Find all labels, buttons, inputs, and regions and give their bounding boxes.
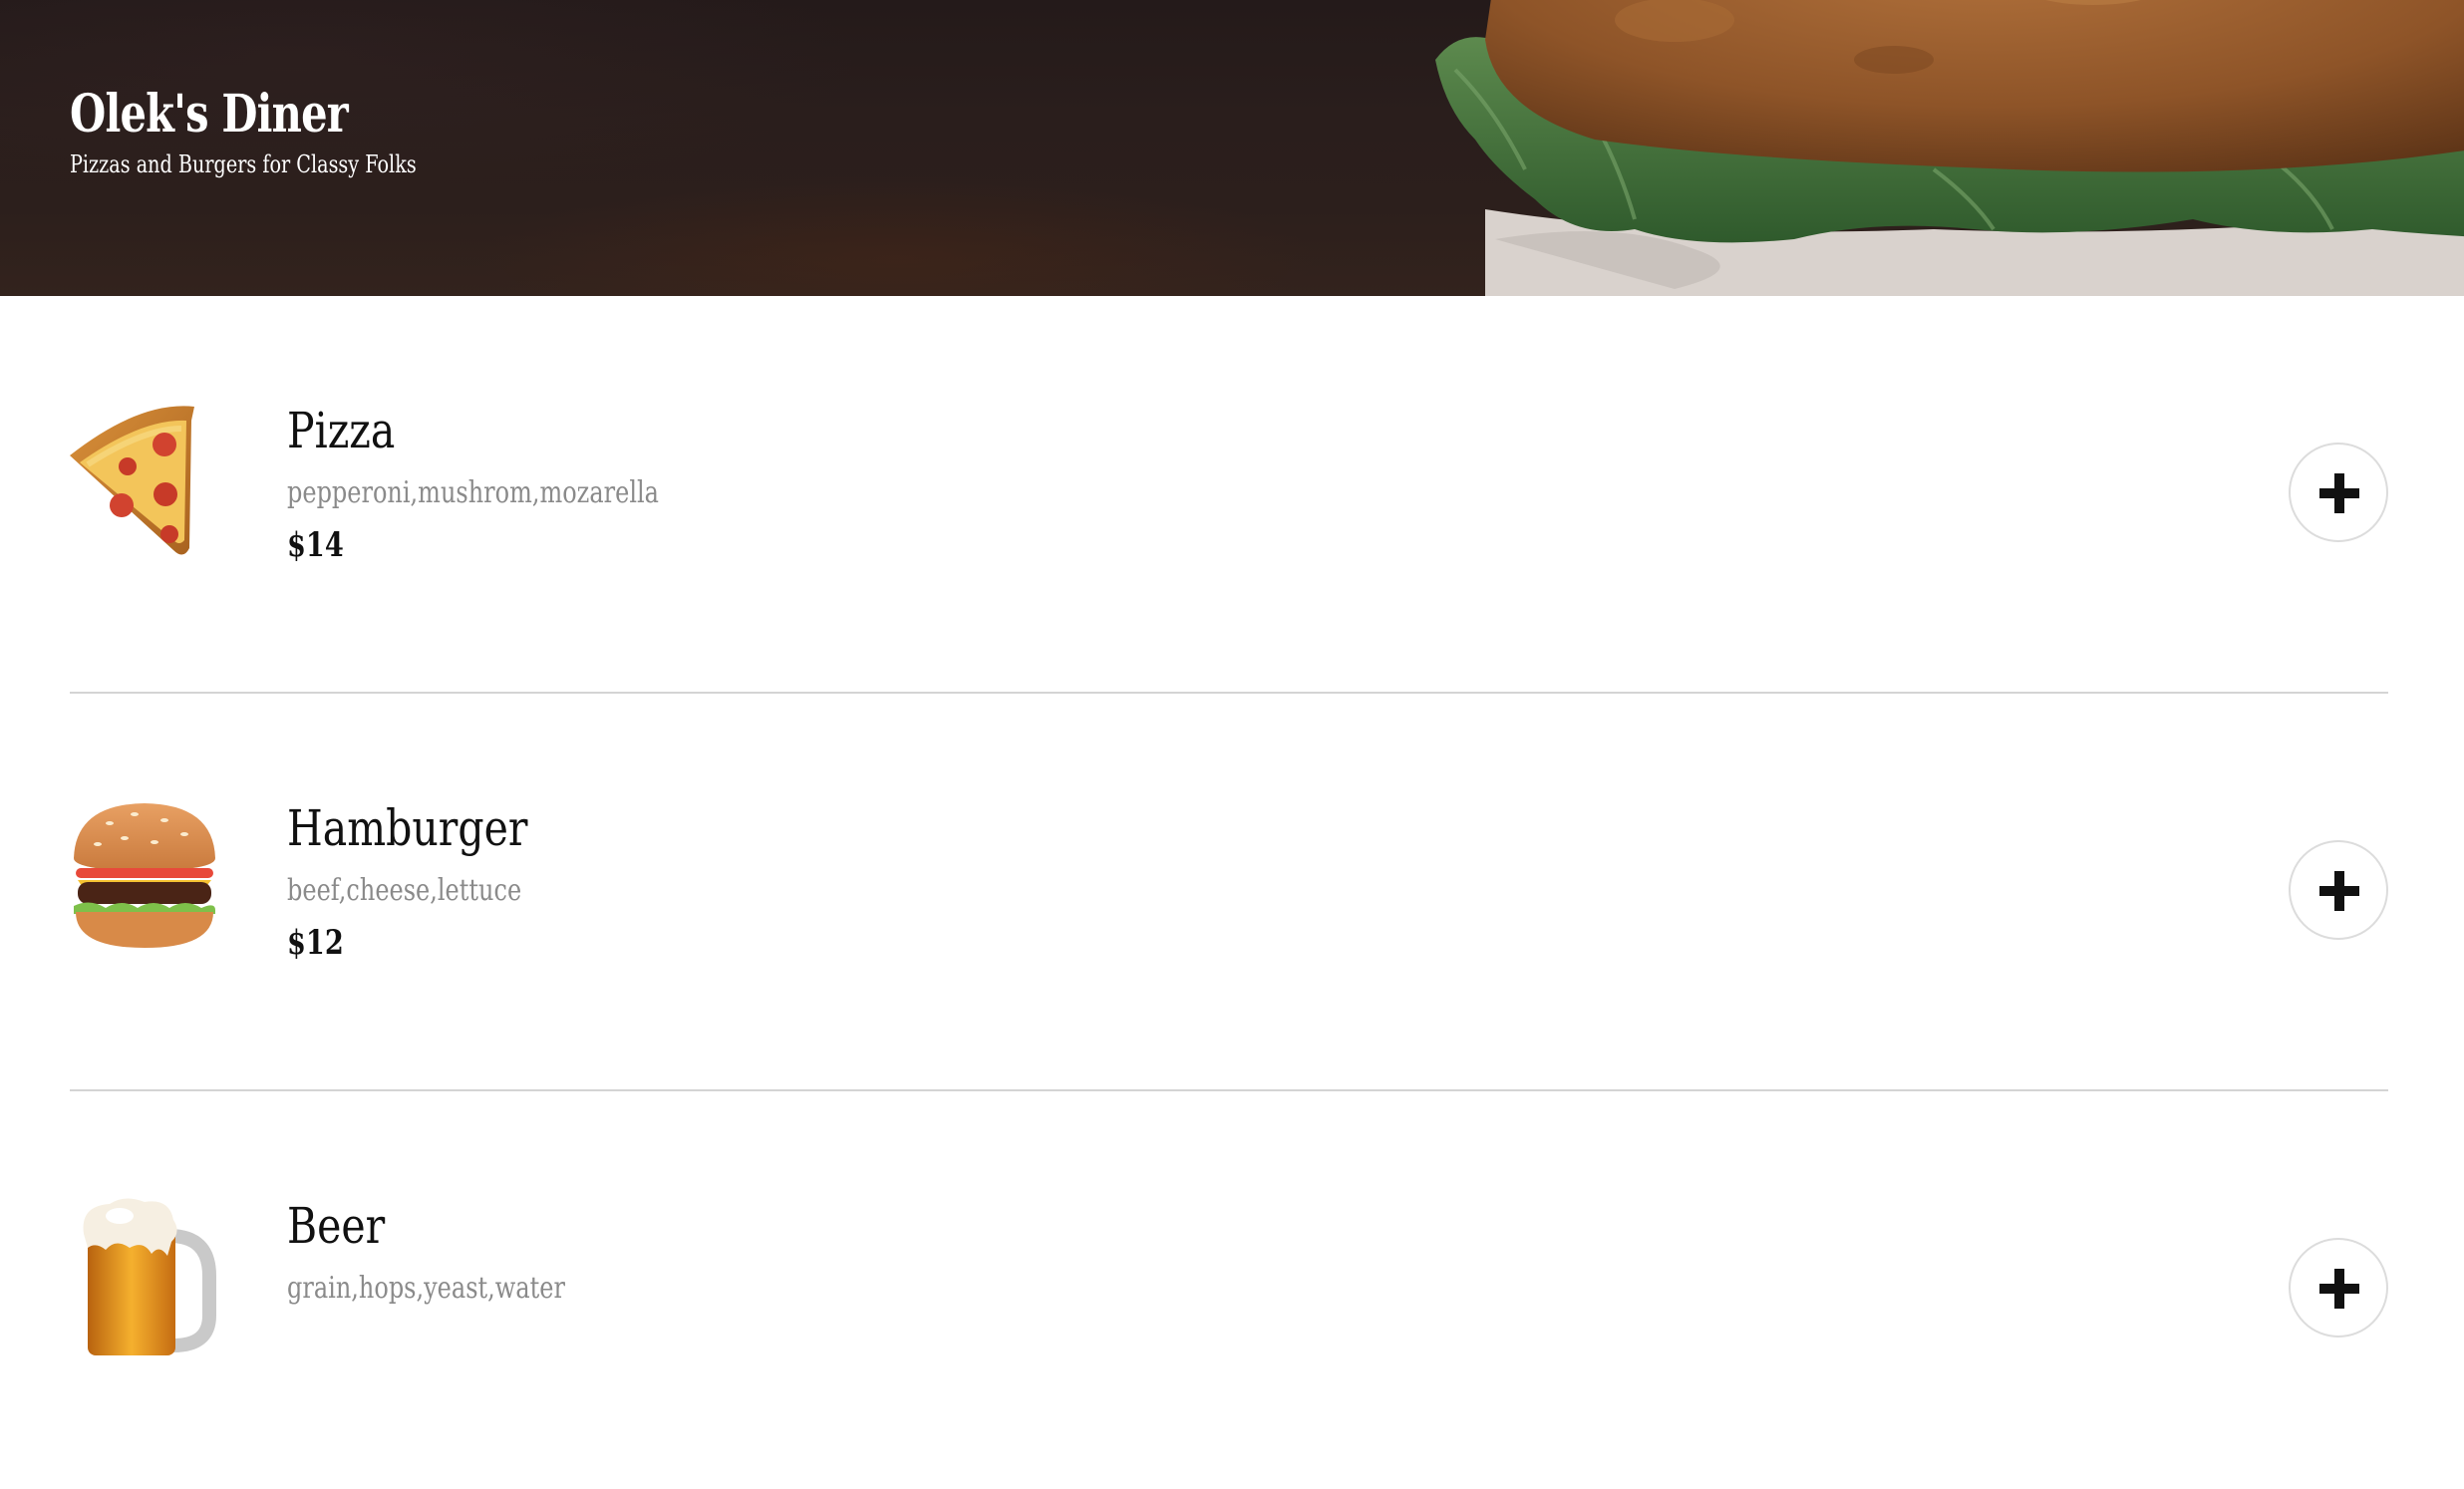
pizza-icon (70, 406, 194, 555)
item-name: Hamburger (287, 799, 528, 857)
item-price: $12 (287, 923, 344, 963)
item-name: Beer (287, 1197, 386, 1255)
add-beer-button[interactable] (2289, 1238, 2388, 1338)
brand-block: Olek's Diner Pizzas and Burgers for Clas… (70, 80, 503, 179)
item-info: Hamburger beef,cheese,lettuce $12 (287, 793, 580, 971)
add-pizza-button[interactable] (2289, 443, 2388, 542)
item-ingredients: grain,hops,yeast,water (287, 1271, 565, 1306)
item-info: Beer grain,hops,yeast,water (287, 1191, 635, 1313)
menu-item-pizza: Pizza pepperoni,mushrom,mozarella $14 (70, 296, 2388, 694)
menu-item-hamburger: Hamburger beef,cheese,lettuce $12 (70, 694, 2388, 1091)
item-ingredients: pepperoni,mushrom,mozarella (287, 475, 659, 510)
item-price: $14 (287, 525, 344, 565)
hero-banner: Olek's Diner Pizzas and Burgers for Clas… (0, 0, 2464, 296)
site-title: Olek's Diner (70, 84, 349, 145)
item-info: Pizza pepperoni,mushrom,mozarella $14 (287, 396, 752, 573)
menu-list: Pizza pepperoni,mushrom,mozarella $14 Ha… (70, 296, 2388, 1489)
plus-icon (2319, 871, 2359, 911)
menu-item-beer: Beer grain,hops,yeast,water (70, 1091, 2388, 1489)
plus-icon (2319, 1269, 2359, 1309)
beer-icon (83, 1198, 216, 1355)
hamburger-icon (74, 803, 215, 948)
add-hamburger-button[interactable] (2289, 840, 2388, 940)
item-ingredients: beef,cheese,lettuce (287, 873, 522, 908)
plus-icon (2319, 473, 2359, 513)
burger-photo (1435, 0, 2464, 296)
item-name: Pizza (287, 402, 396, 459)
site-subtitle: Pizzas and Burgers for Classy Folks (70, 150, 417, 178)
